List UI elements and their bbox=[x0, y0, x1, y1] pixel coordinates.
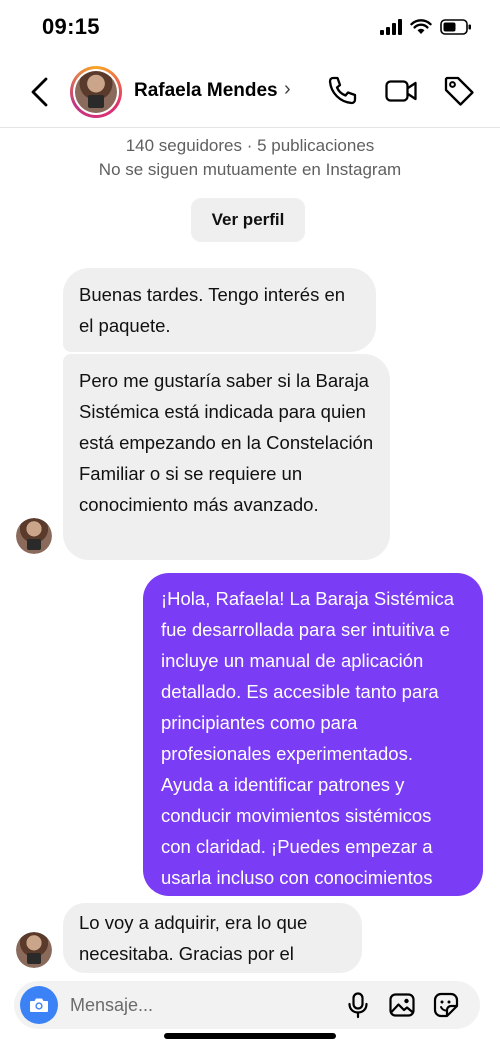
battery-icon bbox=[440, 19, 471, 35]
contact-avatar[interactable] bbox=[70, 66, 122, 118]
profile-stats: 140 seguidores · 5 publicaciones bbox=[125, 136, 375, 155]
message-composer bbox=[14, 981, 480, 1029]
avatar-photo bbox=[16, 518, 52, 554]
message-bubble-incoming[interactable]: Pero me gustaría saber si la Baraja Sist… bbox=[63, 354, 390, 560]
home-indicator bbox=[164, 1033, 336, 1039]
chevron-left-icon[interactable] bbox=[24, 74, 56, 110]
phone-icon[interactable] bbox=[325, 74, 359, 108]
message-input[interactable] bbox=[70, 993, 290, 1017]
contact-avatar-small bbox=[16, 518, 52, 554]
contact-avatar-small bbox=[16, 932, 52, 968]
tag-icon[interactable] bbox=[442, 74, 476, 108]
view-profile-button[interactable]: Ver perfil bbox=[191, 198, 305, 242]
camera-button[interactable] bbox=[20, 986, 58, 1024]
message-bubble-incoming[interactable]: Buenas tardes. Tengo interés en el paque… bbox=[63, 268, 376, 352]
wifi-icon bbox=[410, 19, 432, 34]
avatar-photo bbox=[16, 932, 52, 968]
status-time: 09:15 bbox=[42, 14, 100, 39]
camera-icon bbox=[30, 998, 48, 1012]
microphone-icon[interactable] bbox=[344, 991, 372, 1019]
profile-summary: 140 seguidores · 5 publicaciones No se s… bbox=[0, 134, 500, 182]
status-bar: 09:15 bbox=[0, 0, 500, 56]
image-icon[interactable] bbox=[388, 991, 416, 1019]
contact-name[interactable]: Rafaela Mendes bbox=[134, 80, 278, 102]
sticker-icon[interactable] bbox=[432, 991, 460, 1019]
chevron-right-icon[interactable]: › bbox=[284, 78, 291, 101]
message-bubble-outgoing[interactable]: ¡Hola, Rafaela! La Baraja Sistémica fue … bbox=[143, 573, 483, 919]
message-bubble-incoming[interactable]: Lo voy a adquirir, era lo que necesitaba… bbox=[63, 903, 362, 995]
cellular-signal-icon bbox=[380, 19, 402, 35]
mutual-follow-status: No se siguen mutuamente en Instagram bbox=[98, 160, 402, 179]
avatar-photo bbox=[75, 71, 117, 113]
status-icons bbox=[380, 16, 472, 38]
chat-header: Rafaela Mendes › bbox=[0, 56, 500, 128]
video-camera-icon[interactable] bbox=[384, 74, 418, 108]
